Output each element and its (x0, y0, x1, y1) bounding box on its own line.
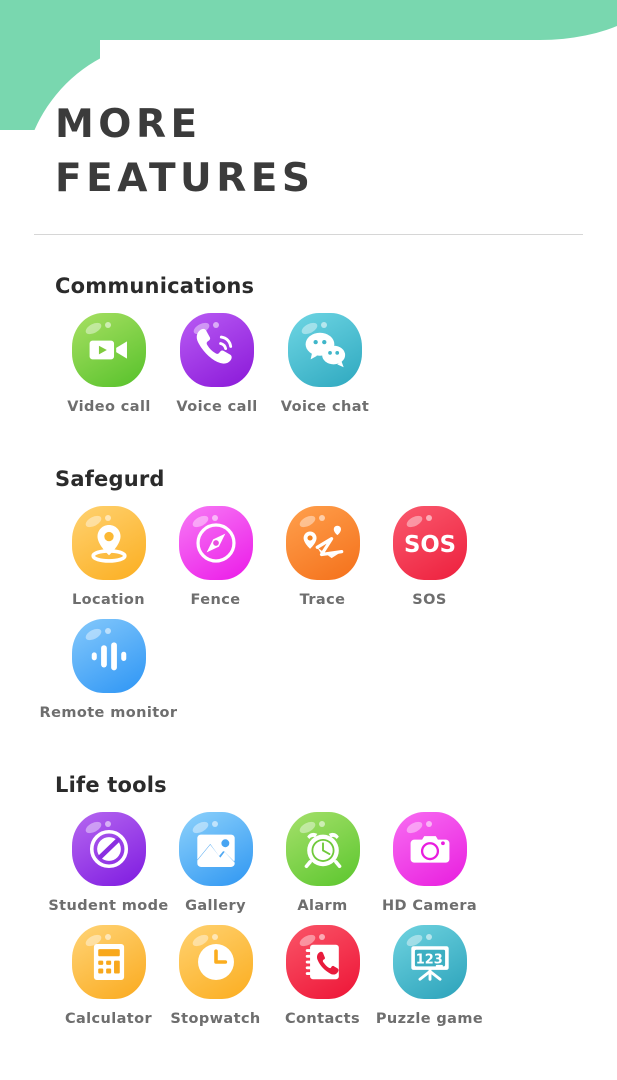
section-title-safeguard: Safegurd (55, 466, 165, 491)
feature-label: Puzzle game (375, 1010, 484, 1027)
feature-item-student-mode[interactable]: Student mode (48, 809, 168, 914)
whiteboard-123-icon (407, 939, 453, 985)
feature-item-alarm[interactable]: Alarm (269, 809, 376, 914)
icon-grid-communications: Video call Voice call Voice chat (55, 310, 583, 423)
feature-label: Voice chat (280, 398, 370, 415)
feature-label: Video call (67, 398, 151, 415)
feature-label: Location (72, 591, 145, 608)
feature-label: Alarm (297, 897, 348, 914)
route-trace-icon (300, 520, 346, 566)
alarm-clock-icon (300, 826, 346, 872)
icon-grid-life-tools: Student mode Gallery Alarm HD Camera Calcula… (48, 809, 583, 1035)
feature-icon-wrapper[interactable] (283, 503, 363, 583)
feature-icon-wrapper[interactable] (69, 310, 149, 390)
section-life-tools: Life tools Student mode Gallery Alarm HD Cam… (34, 773, 583, 1035)
address-book-icon (300, 939, 346, 985)
feature-item-trace[interactable]: Trace (269, 503, 376, 608)
feature-label: SOS (412, 591, 447, 608)
feature-label: Student mode (48, 897, 169, 914)
phone-handset-icon (194, 327, 240, 373)
feature-icon-wrapper[interactable] (390, 922, 470, 1002)
feature-icon-wrapper[interactable] (177, 310, 257, 390)
map-pin-icon (86, 520, 132, 566)
features-page: MORE FEATURES Communications Video call Vo… (0, 0, 617, 1080)
feature-item-video-call[interactable]: Video call (55, 310, 163, 415)
feature-item-calculator[interactable]: Calculator (55, 922, 162, 1027)
feature-icon-wrapper[interactable] (69, 922, 149, 1002)
page-content: MORE FEATURES Communications Video call Vo… (0, 0, 617, 1080)
feature-icon-wrapper[interactable] (390, 503, 470, 583)
feature-label: Voice call (176, 398, 258, 415)
feature-item-voice-call[interactable]: Voice call (163, 310, 271, 415)
photo-image-icon (193, 826, 239, 872)
feature-label: Trace (299, 591, 346, 608)
calculator-icon (86, 939, 132, 985)
feature-item-gallery[interactable]: Gallery (162, 809, 269, 914)
section-communications: Communications Video call Voice call Voice … (34, 274, 583, 423)
feature-label: Fence (190, 591, 241, 608)
sos-text-icon (402, 515, 458, 571)
chat-bubbles-icon (302, 327, 348, 373)
feature-label: Stopwatch (170, 1010, 261, 1027)
waveform-icon (86, 633, 132, 679)
feature-label: Calculator (64, 1010, 153, 1027)
feature-label: HD Camera (381, 897, 478, 914)
feature-label: Contacts (285, 1010, 360, 1027)
feature-icon-wrapper[interactable] (390, 809, 470, 889)
feature-item-contacts[interactable]: Contacts (269, 922, 376, 1027)
feature-item-remote-monitor[interactable]: Remote monitor (40, 616, 177, 721)
feature-icon-wrapper[interactable] (69, 616, 149, 696)
feature-label: Gallery (185, 897, 246, 914)
feature-item-hd-camera[interactable]: HD Camera (376, 809, 483, 914)
feature-icon-wrapper[interactable] (176, 809, 256, 889)
feature-item-location[interactable]: Location (55, 503, 162, 608)
feature-label: Remote monitor (39, 704, 178, 721)
clock-icon (193, 939, 239, 985)
page-title-line-1: MORE (55, 102, 202, 147)
feature-icon-wrapper[interactable] (176, 922, 256, 1002)
feature-item-puzzle-game[interactable]: Puzzle game (376, 922, 483, 1027)
sections-container: Communications Video call Voice call Voice … (34, 274, 583, 1035)
compass-icon (193, 520, 239, 566)
section-title-life-tools: Life tools (55, 772, 167, 797)
feature-icon-wrapper[interactable] (283, 922, 363, 1002)
feature-item-stopwatch[interactable]: Stopwatch (162, 922, 269, 1027)
feature-icon-wrapper[interactable] (69, 809, 149, 889)
feature-item-voice-chat[interactable]: Voice chat (271, 310, 379, 415)
camera-icon (407, 826, 453, 872)
title-divider (34, 233, 583, 235)
page-title: MORE FEATURES (34, 0, 583, 206)
feature-icon-wrapper[interactable] (176, 503, 256, 583)
feature-icon-wrapper[interactable] (69, 503, 149, 583)
feature-icon-wrapper[interactable] (283, 809, 363, 889)
feature-icon-wrapper[interactable] (285, 310, 365, 390)
feature-item-fence[interactable]: Fence (162, 503, 269, 608)
video-camera-icon (86, 327, 132, 373)
section-safeguard: Safegurd Location Fence Trace SOS Remote moni… (34, 467, 583, 729)
no-entry-icon (86, 826, 132, 872)
icon-grid-safeguard: Location Fence Trace SOS Remote monitor (40, 503, 583, 729)
feature-item-sos[interactable]: SOS (376, 503, 483, 608)
page-title-line-2: FEATURES (55, 155, 315, 201)
section-title-communications: Communications (55, 273, 255, 298)
